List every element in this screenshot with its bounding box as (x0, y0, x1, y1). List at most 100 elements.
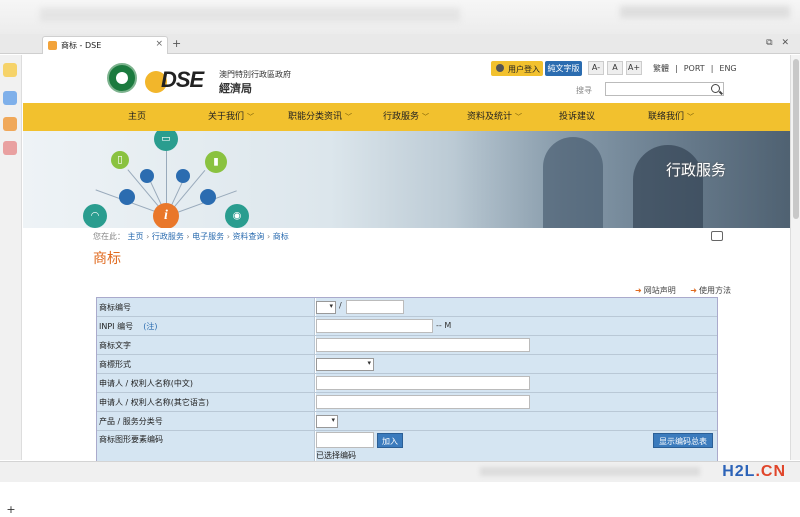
nav-admin-services[interactable]: 行政服务 ﹀ (383, 103, 429, 131)
trademark-number-input[interactable] (346, 300, 404, 314)
macau-emblem-icon (107, 63, 137, 93)
search-label: 搜寻 (576, 86, 592, 95)
banner-title: 行政服务 (666, 161, 727, 179)
trademark-text-input[interactable] (316, 338, 530, 352)
utility-links: ➜ 网站声明 ➜ 使用方法 (623, 285, 731, 296)
info-icon: i (153, 203, 179, 228)
page-title: 商标 (93, 251, 121, 267)
form-row-trademark-number: 商标编号 / (97, 298, 717, 317)
camera-icon (140, 169, 154, 183)
class-number-select[interactable] (316, 415, 338, 428)
location-icon (200, 189, 216, 205)
tab-close-icon[interactable]: × (155, 39, 163, 49)
font-normal-button[interactable]: A (607, 61, 623, 75)
search-icon[interactable] (711, 84, 720, 93)
nav-about[interactable]: 关于我们 ﹀ (208, 103, 254, 131)
status-bar: H2L.CN (0, 461, 800, 482)
tab-title: 商标 - DSE (61, 41, 102, 50)
lang-port-link[interactable]: PORT (684, 64, 705, 73)
lang-traditional-link[interactable]: 繁體 (653, 64, 669, 73)
breadcrumb-data-query[interactable]: 资料查询 (232, 232, 264, 241)
form-row-trademark-type: 商標形式 (97, 355, 717, 374)
language-switcher: 繁體 | PORT | ENG (653, 64, 737, 73)
trademark-prefix-select[interactable] (316, 301, 336, 314)
chevron-down-icon: ﹀ (515, 113, 523, 121)
tab-bar: 商标 - DSE × + ⧉ ✕ (0, 34, 800, 54)
chevron-down-icon: ﹀ (247, 113, 255, 121)
chevron-down-icon: ﹀ (422, 113, 430, 121)
usage-link[interactable]: ➜ 使用方法 (690, 286, 731, 295)
form-row-class: 产品 / 服务分类号 (97, 412, 717, 431)
sidebar-app-icon[interactable] (3, 141, 17, 155)
signal-icon: ▮ (205, 151, 227, 173)
h2l-watermark: H2L.CN (722, 463, 786, 480)
form-row-inpi: INPI 编号 (注) -- M (97, 317, 717, 336)
nav-info[interactable]: 职能分类资讯 ﹀ (288, 103, 352, 131)
form-row-trademark-text: 商标文字 (97, 336, 717, 355)
scroll-thumb[interactable] (793, 59, 799, 219)
trademark-search-form: 商标编号 / INPI 编号 (注) -- M 商标文字 商標形式 申请人 / … (96, 297, 718, 461)
favicon-icon (48, 41, 57, 50)
breadcrumb-home[interactable]: 主页 (128, 232, 144, 241)
org-name-line2: 經濟局 (219, 82, 252, 95)
headset-icon: ◠ (83, 204, 107, 228)
breadcrumb-admin-services[interactable]: 行政服务 (152, 232, 184, 241)
mobile-icon (176, 169, 190, 183)
nav-complaints[interactable]: 投诉建议 (559, 103, 595, 131)
show-code-table-button[interactable]: 显示编码总表 (653, 433, 713, 448)
lang-eng-link[interactable]: ENG (719, 64, 736, 73)
banner: ▭ ▯ ▮ ◠ ◉ i 行政服务 (23, 131, 790, 228)
font-increase-button[interactable]: A+ (626, 61, 642, 75)
browser-tab[interactable]: 商标 - DSE × (42, 36, 168, 54)
arrow-icon: ➜ (690, 286, 697, 295)
nav-statistics[interactable]: 资料及统计 ﹀ (467, 103, 522, 131)
sidebar-app-icon[interactable] (3, 117, 17, 131)
inpi-number-input[interactable] (316, 319, 433, 333)
breadcrumb: 您在此： 主页 › 行政服务 › 电子服务 › 资料查询 › 商标 (93, 232, 289, 241)
form-row-applicant-cn: 申请人 / 权利人名称(中文) (97, 374, 717, 393)
add-code-button[interactable]: 加入 (377, 433, 403, 448)
blurred-address-area (40, 8, 460, 22)
arrow-icon: ➜ (635, 286, 642, 295)
user-login-button[interactable]: 用户登入 (491, 61, 543, 76)
site-logo[interactable]: DSE 澳門特別行政區政府 經濟局 (107, 61, 307, 97)
sidebar-app-icon[interactable] (3, 63, 17, 77)
disclaimer-link[interactable]: ➜ 网站声明 (635, 286, 676, 295)
blurred-toolbar-area (620, 6, 790, 18)
laptop-icon (119, 189, 135, 205)
form-row-applicant-other: 申请人 / 权利人名称(其它语言) (97, 393, 717, 412)
browser-top-strip (0, 0, 800, 34)
text-version-button[interactable]: 純文字版 (545, 61, 582, 76)
disc-icon: ◉ (225, 204, 249, 228)
trademark-type-select[interactable] (316, 358, 374, 371)
nav-home[interactable]: 主页 (128, 103, 146, 131)
browser-sidebar: + (0, 55, 22, 516)
chevron-down-icon: ﹀ (687, 113, 695, 121)
chevron-down-icon: ﹀ (345, 113, 353, 121)
phone-icon: ▯ (111, 151, 129, 169)
sidebar-add-icon[interactable]: + (0, 503, 22, 517)
sidebar-app-icon[interactable] (3, 91, 17, 105)
main-nav: 主页 关于我们 ﹀ 职能分类资讯 ﹀ 行政服务 ﹀ 资料及统计 ﹀ 投诉建议 联络我们 ﹀ (23, 103, 790, 131)
applicant-chinese-input[interactable] (316, 376, 530, 390)
monitor-icon: ▭ (154, 131, 178, 151)
org-name-line1: 澳門特別行政區政府 (219, 70, 291, 79)
scrollbar[interactable] (790, 55, 800, 460)
breadcrumb-e-services[interactable]: 电子服务 (192, 232, 224, 241)
nav-contact[interactable]: 联络我们 ﹀ (648, 103, 694, 131)
note-link[interactable]: (注) (143, 322, 157, 331)
dse-logo: DSE (145, 67, 215, 93)
font-decrease-button[interactable]: A- (588, 61, 604, 75)
new-tab-button[interactable]: + (172, 37, 181, 50)
applicant-other-lang-input[interactable] (316, 395, 530, 409)
print-icon[interactable] (711, 231, 723, 241)
banner-photo (453, 131, 790, 228)
user-icon (496, 64, 504, 72)
breadcrumb-trademark[interactable]: 商标 (273, 232, 289, 241)
form-row-figurative-codes: 商标图形要素编码 加入 显示编码总表 已选择编码 (97, 431, 717, 461)
figurative-code-input[interactable] (316, 432, 374, 448)
search-input[interactable] (605, 82, 724, 96)
web-page: DSE 澳門特別行政區政府 經濟局 用户登入 純文字版 A- A A+ 繁體 | P… (23, 55, 790, 461)
window-controls[interactable]: ⧉ ✕ (766, 38, 792, 48)
selected-codes-label: 已选择编码 (316, 451, 356, 460)
